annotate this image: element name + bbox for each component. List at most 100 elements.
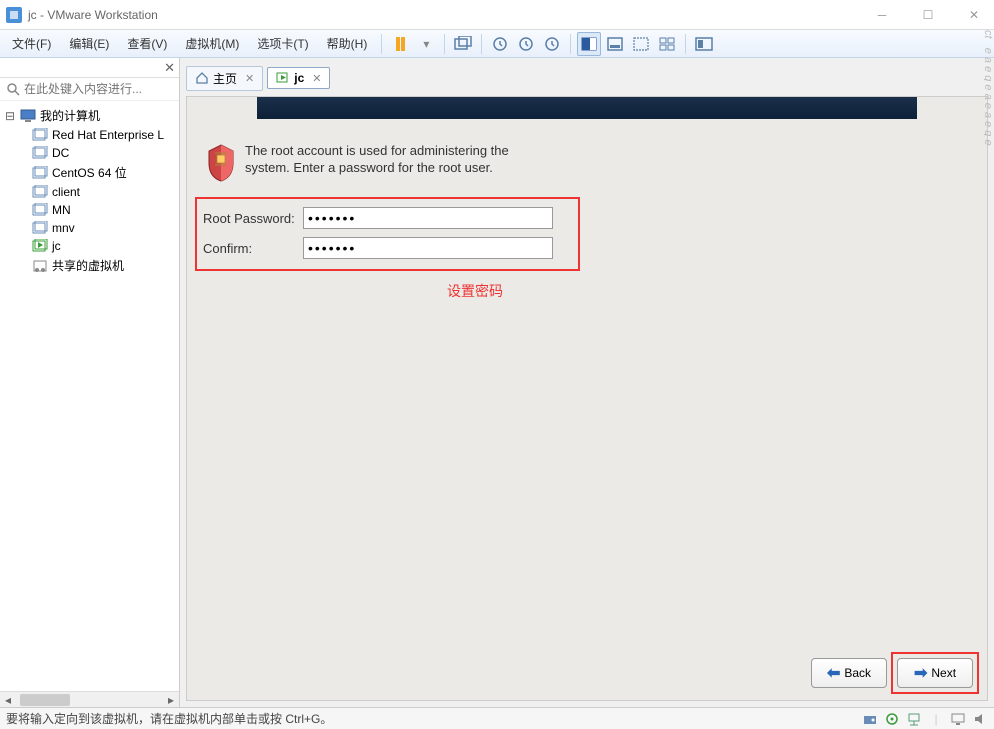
root-password-label: Root Password: (203, 211, 303, 226)
library-button[interactable] (692, 32, 716, 56)
root-password-row: Root Password: (203, 207, 572, 229)
device-cd-icon[interactable] (884, 711, 900, 727)
arrow-left-icon: ⬅ (827, 663, 840, 683)
sidebar: ✕ ▾ ⊟ 我的计算机 Red Hat Enterprise L DC Cent… (0, 58, 180, 707)
separator (685, 34, 686, 54)
vm-screen[interactable]: The root account is used for administeri… (186, 96, 988, 701)
device-sound-icon[interactable] (972, 711, 988, 727)
vm-running-icon (32, 239, 48, 253)
separator (570, 34, 571, 54)
confirm-password-row: Confirm: (203, 237, 572, 259)
next-label: Next (931, 666, 956, 680)
menu-edit[interactable]: 编辑(E) (61, 31, 117, 56)
root-password-input[interactable] (303, 207, 553, 229)
tree-shared-vms[interactable]: 共享的虚拟机 (0, 255, 179, 276)
device-disk-icon[interactable] (862, 711, 878, 727)
tree-item-vm[interactable]: Red Hat Enterprise L (0, 126, 179, 144)
separator (481, 34, 482, 54)
pause-button[interactable] (388, 32, 412, 56)
vm-icon (32, 166, 48, 180)
device-display-icon[interactable] (950, 711, 966, 727)
status-icons: | (862, 711, 988, 727)
shared-icon (32, 259, 48, 273)
sidebar-scrollbar[interactable]: ◂ ▸ (0, 691, 179, 707)
content-area: 主页 ✕ jc ✕ The root account is used for a… (180, 58, 994, 707)
tree-item-label: jc (52, 239, 61, 253)
scroll-right-icon[interactable]: ▸ (163, 693, 179, 707)
clock3-button[interactable] (540, 32, 564, 56)
search-icon (6, 82, 20, 96)
tree-item-vm-active[interactable]: jc (0, 237, 179, 255)
maximize-button[interactable]: ☐ (914, 5, 942, 25)
window-controls: ─ ☐ ✕ (868, 5, 988, 25)
titlebar: jc - VMware Workstation ─ ☐ ✕ (0, 0, 994, 30)
tree-item-label: Red Hat Enterprise L (52, 128, 164, 142)
tree-item-label: mnv (52, 221, 75, 235)
nav-buttons: ⬅ Back ➡ Next (811, 658, 973, 688)
minimize-button[interactable]: ─ (868, 5, 896, 25)
tree-item-vm[interactable]: MN (0, 201, 179, 219)
menu-tabs[interactable]: 选项卡(T) (249, 31, 316, 56)
home-icon (195, 71, 209, 85)
view-unity-button[interactable] (629, 32, 653, 56)
tree-item-vm[interactable]: CentOS 64 位 (0, 162, 179, 183)
tree-item-label: DC (52, 146, 69, 160)
view-multi-button[interactable] (655, 32, 679, 56)
password-highlight-box: Root Password: Confirm: (195, 197, 580, 271)
tab-home[interactable]: 主页 ✕ (186, 66, 263, 91)
view-console-button[interactable] (577, 32, 601, 56)
expand-icon[interactable] (16, 259, 28, 273)
tree-item-label: CentOS 64 位 (52, 164, 127, 181)
vm-running-icon (276, 71, 290, 85)
sidebar-search: ▾ (0, 78, 179, 101)
tab-close-icon[interactable]: ✕ (245, 72, 254, 85)
menu-file[interactable]: 文件(F) (4, 31, 59, 56)
tab-close-icon[interactable]: ✕ (312, 72, 321, 85)
tab-jc[interactable]: jc ✕ (267, 67, 330, 89)
clock1-button[interactable] (488, 32, 512, 56)
tree-item-vm[interactable]: mnv (0, 219, 179, 237)
back-button[interactable]: ⬅ Back (811, 658, 887, 688)
tree-root-mycomputer[interactable]: ⊟ 我的计算机 (0, 105, 179, 126)
vm-icon (32, 221, 48, 235)
menu-view[interactable]: 查看(V) (119, 31, 175, 56)
vm-icon (32, 203, 48, 217)
tree-root-label: 我的计算机 (40, 107, 100, 124)
device-network-icon[interactable] (906, 711, 922, 727)
menu-vm[interactable]: 虚拟机(M) (177, 31, 247, 56)
separator (381, 34, 382, 54)
scroll-left-icon[interactable]: ◂ (0, 693, 16, 707)
shield-icon (205, 143, 237, 183)
scroll-thumb[interactable] (20, 694, 70, 706)
separator (444, 34, 445, 54)
tab-home-label: 主页 (213, 70, 237, 87)
play-dropdown[interactable]: ▾ (414, 32, 438, 56)
view-fullscreen-button[interactable] (603, 32, 627, 56)
main-area: ✕ ▾ ⊟ 我的计算机 Red Hat Enterprise L DC Cent… (0, 58, 994, 707)
tree-item-label: MN (52, 203, 71, 217)
expand-icon[interactable]: ⊟ (4, 109, 16, 123)
close-button[interactable]: ✕ (960, 5, 988, 25)
confirm-password-input[interactable] (303, 237, 553, 259)
sidebar-close-icon[interactable]: ✕ (164, 60, 175, 76)
menu-help[interactable]: 帮助(H) (319, 31, 376, 56)
tab-jc-label: jc (294, 71, 304, 85)
computer-icon (20, 109, 36, 123)
clock2-button[interactable] (514, 32, 538, 56)
vm-icon (32, 128, 48, 142)
next-button[interactable]: ➡ Next (897, 658, 973, 688)
window-title: jc - VMware Workstation (28, 8, 868, 22)
tree-item-vm[interactable]: DC (0, 144, 179, 162)
tree-shared-label: 共享的虚拟机 (52, 257, 124, 274)
arrow-right-icon: ➡ (914, 663, 927, 683)
tree-item-vm[interactable]: client (0, 183, 179, 201)
vm-icon (32, 185, 48, 199)
vm-icon (32, 146, 48, 160)
snapshot-button[interactable] (451, 32, 475, 56)
menubar: 文件(F) 编辑(E) 查看(V) 虚拟机(M) 选项卡(T) 帮助(H) ▾ (0, 30, 994, 58)
search-input[interactable] (24, 82, 179, 96)
vm-tree: ⊟ 我的计算机 Red Hat Enterprise L DC CentOS 6… (0, 101, 179, 691)
back-label: Back (844, 666, 871, 680)
installer-header-band (257, 97, 917, 119)
tabs-row: 主页 ✕ jc ✕ (186, 64, 988, 92)
